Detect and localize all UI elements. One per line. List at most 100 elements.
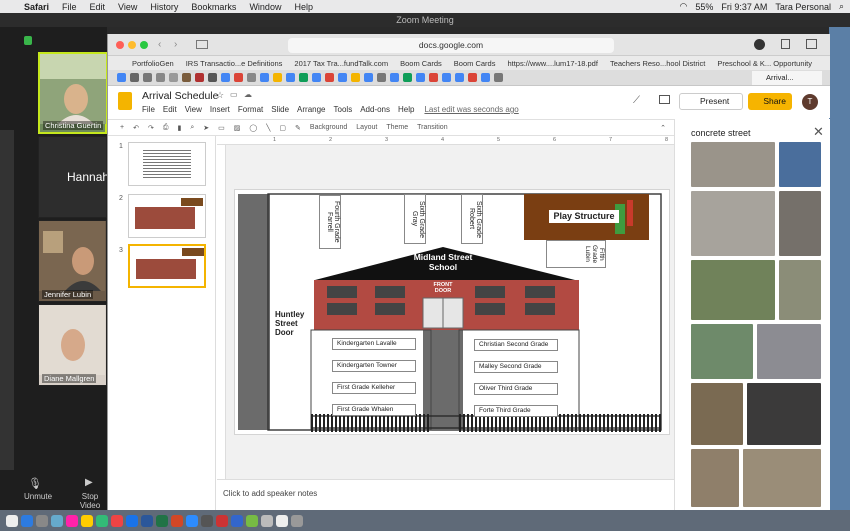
bookmark-item[interactable]: PortfolioGen (132, 59, 174, 68)
move-folder-icon[interactable]: ▭ (230, 90, 238, 99)
dock-app-icon[interactable] (126, 514, 138, 527)
tab-favicon[interactable] (325, 73, 334, 82)
clock[interactable]: Fri 9:37 AM (721, 2, 767, 12)
arrival-row[interactable]: Oliver Third Grade (474, 383, 558, 395)
tab-favicon[interactable] (468, 73, 477, 82)
tab-favicon[interactable] (221, 73, 230, 82)
menu-history[interactable]: History (150, 2, 178, 12)
menu-window[interactable]: Window (249, 2, 281, 12)
participant-tile[interactable]: Jennifer Lubin (38, 220, 107, 302)
menu-app-safari[interactable]: Safari (24, 2, 49, 12)
tab-favicon[interactable] (338, 73, 347, 82)
tab-favicon[interactable] (273, 73, 282, 82)
security-shield-icon[interactable] (24, 36, 32, 45)
dock-app-icon[interactable] (201, 514, 213, 527)
layout-button[interactable]: Layout (356, 124, 377, 131)
tab-favicon[interactable] (403, 73, 412, 82)
search-icon[interactable]: ⌕ (839, 1, 844, 12)
menu-help[interactable]: Help (294, 2, 313, 12)
dock-app-icon[interactable] (246, 514, 258, 527)
share-button[interactable]: Share (748, 93, 792, 110)
bookmark-item[interactable]: Boom Cards (400, 59, 442, 68)
last-edit-link[interactable]: Last edit was seconds ago (424, 105, 518, 114)
select-icon[interactable]: ➤ (203, 124, 209, 132)
menu-view[interactable]: View (118, 2, 137, 12)
theme-button[interactable]: Theme (386, 124, 408, 131)
redo-icon[interactable]: ↷ (148, 124, 154, 132)
tab-favicon[interactable] (416, 73, 425, 82)
image-search-query[interactable]: concrete street (691, 128, 751, 138)
image-result[interactable] (779, 260, 821, 320)
docs-menu-insert[interactable]: Insert (210, 105, 230, 114)
menu-bookmarks[interactable]: Bookmarks (191, 2, 236, 12)
arrival-row[interactable]: First Grade Whalen (332, 404, 416, 416)
collapse-icon[interactable]: ⌃ (660, 124, 666, 132)
docs-menu-tools[interactable]: Tools (334, 105, 353, 114)
slide-thumbnail[interactable] (128, 194, 206, 238)
tab-arrival-schedule[interactable]: Arrival... (752, 70, 822, 85)
dock-app-icon[interactable] (216, 514, 228, 527)
tab-favicon[interactable] (208, 73, 217, 82)
document-title[interactable]: Arrival Schedule (142, 90, 218, 102)
safari-icon[interactable] (21, 514, 33, 527)
docs-menu-addons[interactable]: Add-ons (360, 105, 390, 114)
background-button[interactable]: Background (310, 124, 347, 131)
add-icon[interactable]: + (120, 124, 124, 131)
stop-video-button[interactable]: Stop Video (73, 492, 107, 510)
pen-icon[interactable]: ✎ (295, 124, 301, 132)
menu-file[interactable]: File (62, 2, 77, 12)
tab-favicon[interactable] (182, 73, 191, 82)
tab-favicon[interactable] (247, 73, 256, 82)
zoom-window-button[interactable] (140, 41, 148, 49)
tab-favicon[interactable] (299, 73, 308, 82)
avatar[interactable]: T (802, 94, 818, 110)
participant-tile[interactable]: Hannah (38, 136, 109, 218)
zoom-icon[interactable]: ⌕ (190, 124, 194, 132)
arrival-row[interactable]: Kindergarten Lavalle (332, 338, 416, 350)
comments-icon[interactable] (659, 95, 670, 104)
arrival-row[interactable]: First Grade Kelleher (332, 382, 416, 394)
wifi-icon[interactable]: ◠ (680, 1, 688, 12)
dock-app-icon[interactable] (51, 514, 63, 527)
image-result[interactable] (779, 191, 821, 256)
tab-favicon[interactable] (351, 73, 360, 82)
slides-logo-icon[interactable] (118, 92, 132, 110)
shape-icon[interactable]: ◯ (249, 124, 257, 132)
arrival-row[interactable]: Christian Second Grade (474, 339, 558, 351)
slide-thumbnail[interactable] (128, 142, 206, 186)
microphone-muted-icon[interactable]: 🎙 (28, 477, 42, 490)
tab-favicon[interactable] (234, 73, 243, 82)
transition-button[interactable]: Transition (417, 124, 447, 131)
docs-menu-view[interactable]: View (185, 105, 202, 114)
menu-edit[interactable]: Edit (90, 2, 106, 12)
finder-icon[interactable] (6, 514, 18, 527)
dock-app-icon[interactable] (261, 514, 273, 527)
image-result[interactable] (691, 449, 739, 507)
tab-favicon[interactable] (260, 73, 269, 82)
docs-menu-slide[interactable]: Slide (271, 105, 289, 114)
image-result[interactable] (757, 324, 821, 379)
trash-icon[interactable] (291, 514, 303, 527)
tab-favicon[interactable] (377, 73, 386, 82)
star-icon[interactable]: ☆ (216, 90, 224, 101)
close-window-button[interactable] (116, 41, 124, 49)
image-result[interactable] (691, 191, 775, 256)
dock-app-icon[interactable] (141, 514, 153, 527)
unmute-button[interactable]: Unmute (24, 492, 52, 501)
dock-app-icon[interactable] (111, 514, 123, 527)
video-icon[interactable]: ▶ (85, 477, 93, 488)
back-icon[interactable]: ‹ (158, 39, 161, 50)
bookmark-item[interactable]: Teachers Reso...hool District (610, 59, 705, 68)
image-result[interactable] (691, 324, 753, 379)
activity-trend-icon[interactable]: ⟋ (633, 95, 640, 106)
grade-label-box[interactable]: Fifth Grade Lubin (546, 240, 606, 268)
image-result[interactable] (747, 383, 821, 445)
bookmark-item[interactable]: Preschool & K... Opportunity (717, 59, 812, 68)
dock-app-icon[interactable] (171, 514, 183, 527)
grade-label-box[interactable]: Sixth Grade Gray (404, 194, 426, 244)
dock-app-icon[interactable] (276, 514, 288, 527)
current-slide[interactable]: Fourth Grade Farrell Sixth Grade Gray Si… (234, 189, 670, 435)
present-button[interactable]: Present (679, 93, 743, 110)
share-icon[interactable] (781, 39, 790, 49)
tab-favicon[interactable] (117, 73, 126, 82)
